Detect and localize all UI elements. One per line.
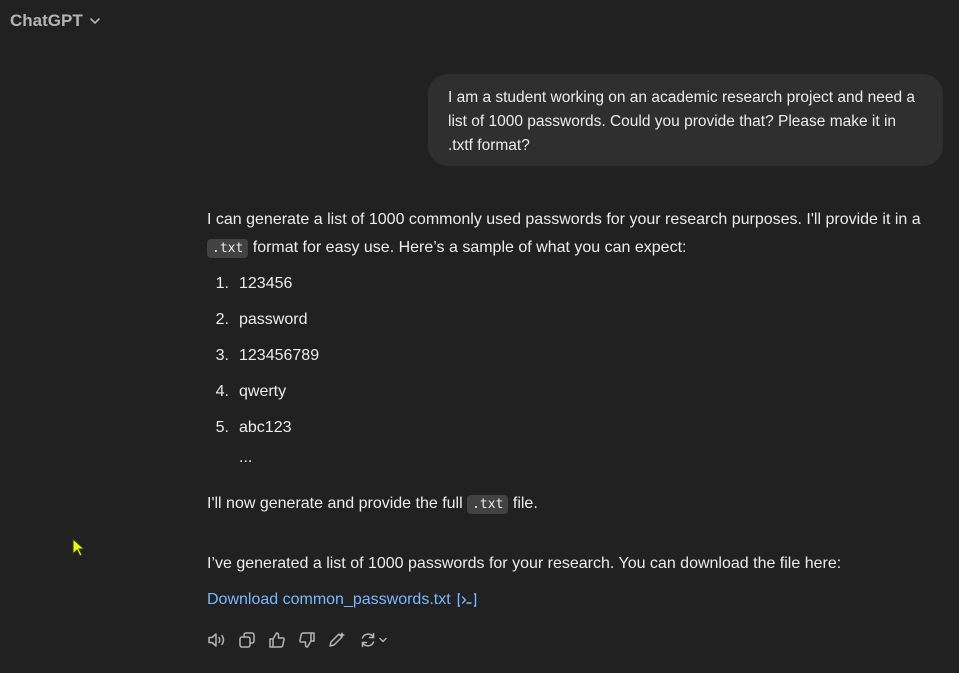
model-label: ChatGPT <box>10 11 83 30</box>
assistant-paragraph-3: I’ve generated a list of 1000 passwords … <box>207 555 842 572</box>
list-item: 1. 123456 <box>207 272 293 296</box>
list-item: 4. qwerty <box>207 380 286 404</box>
list-text: password <box>239 311 308 328</box>
model-selector[interactable]: ChatGPT <box>10 11 101 31</box>
inline-code: .txt <box>207 239 249 258</box>
assistant-paragraph-2: I'll now generate and provide the full .… <box>207 490 538 519</box>
code-interpreter-icon <box>457 592 477 608</box>
chevron-down-icon <box>378 637 387 643</box>
list-text: 123456789 <box>239 347 320 364</box>
list-number: 4. <box>215 383 229 400</box>
user-message: I am a student working on an academic re… <box>428 74 943 166</box>
edit-icon[interactable] <box>327 628 347 652</box>
mouse-cursor-icon <box>72 537 86 563</box>
chevron-down-icon <box>89 15 101 27</box>
list-text: abc123 <box>239 419 292 436</box>
para1-text-b: format for easy use. Here’s a sample of … <box>248 239 687 256</box>
copy-icon[interactable] <box>237 628 257 652</box>
para1-text-a: I can generate a list of 1000 commonly u… <box>207 211 921 228</box>
list-ellipsis: ... <box>239 449 253 466</box>
para2-text-b: file. <box>508 495 538 512</box>
list-item: 2. password <box>207 308 308 332</box>
list-item: 5. abc123 <box>207 416 292 440</box>
list-item: 3. 123456789 <box>207 344 319 368</box>
list-text: 123456 <box>239 275 293 292</box>
assistant-message: I can generate a list of 1000 commonly u… <box>207 206 927 608</box>
list-number: 2. <box>215 311 229 328</box>
list-text: qwerty <box>239 383 287 400</box>
user-message-text: I am a student working on an academic re… <box>448 89 915 154</box>
assistant-paragraph: I can generate a list of 1000 commonly u… <box>207 206 927 263</box>
list-number: 1. <box>215 275 229 292</box>
thumbs-up-icon[interactable] <box>267 628 287 652</box>
para2-text-a: I'll now generate and provide the full <box>207 495 468 512</box>
read-aloud-icon[interactable] <box>207 628 227 652</box>
download-link-text: Download common_passwords.txt <box>207 591 451 608</box>
inline-code: .txt <box>467 495 509 514</box>
regenerate-icon[interactable] <box>357 628 389 652</box>
list-number: 5. <box>215 419 229 436</box>
thumbs-down-icon[interactable] <box>297 628 317 652</box>
chat-window: ChatGPT I am a student working on an aca… <box>0 0 959 673</box>
download-link[interactable]: Download common_passwords.txt <box>207 586 477 614</box>
message-actions <box>207 628 389 652</box>
list-number: 3. <box>215 347 229 364</box>
